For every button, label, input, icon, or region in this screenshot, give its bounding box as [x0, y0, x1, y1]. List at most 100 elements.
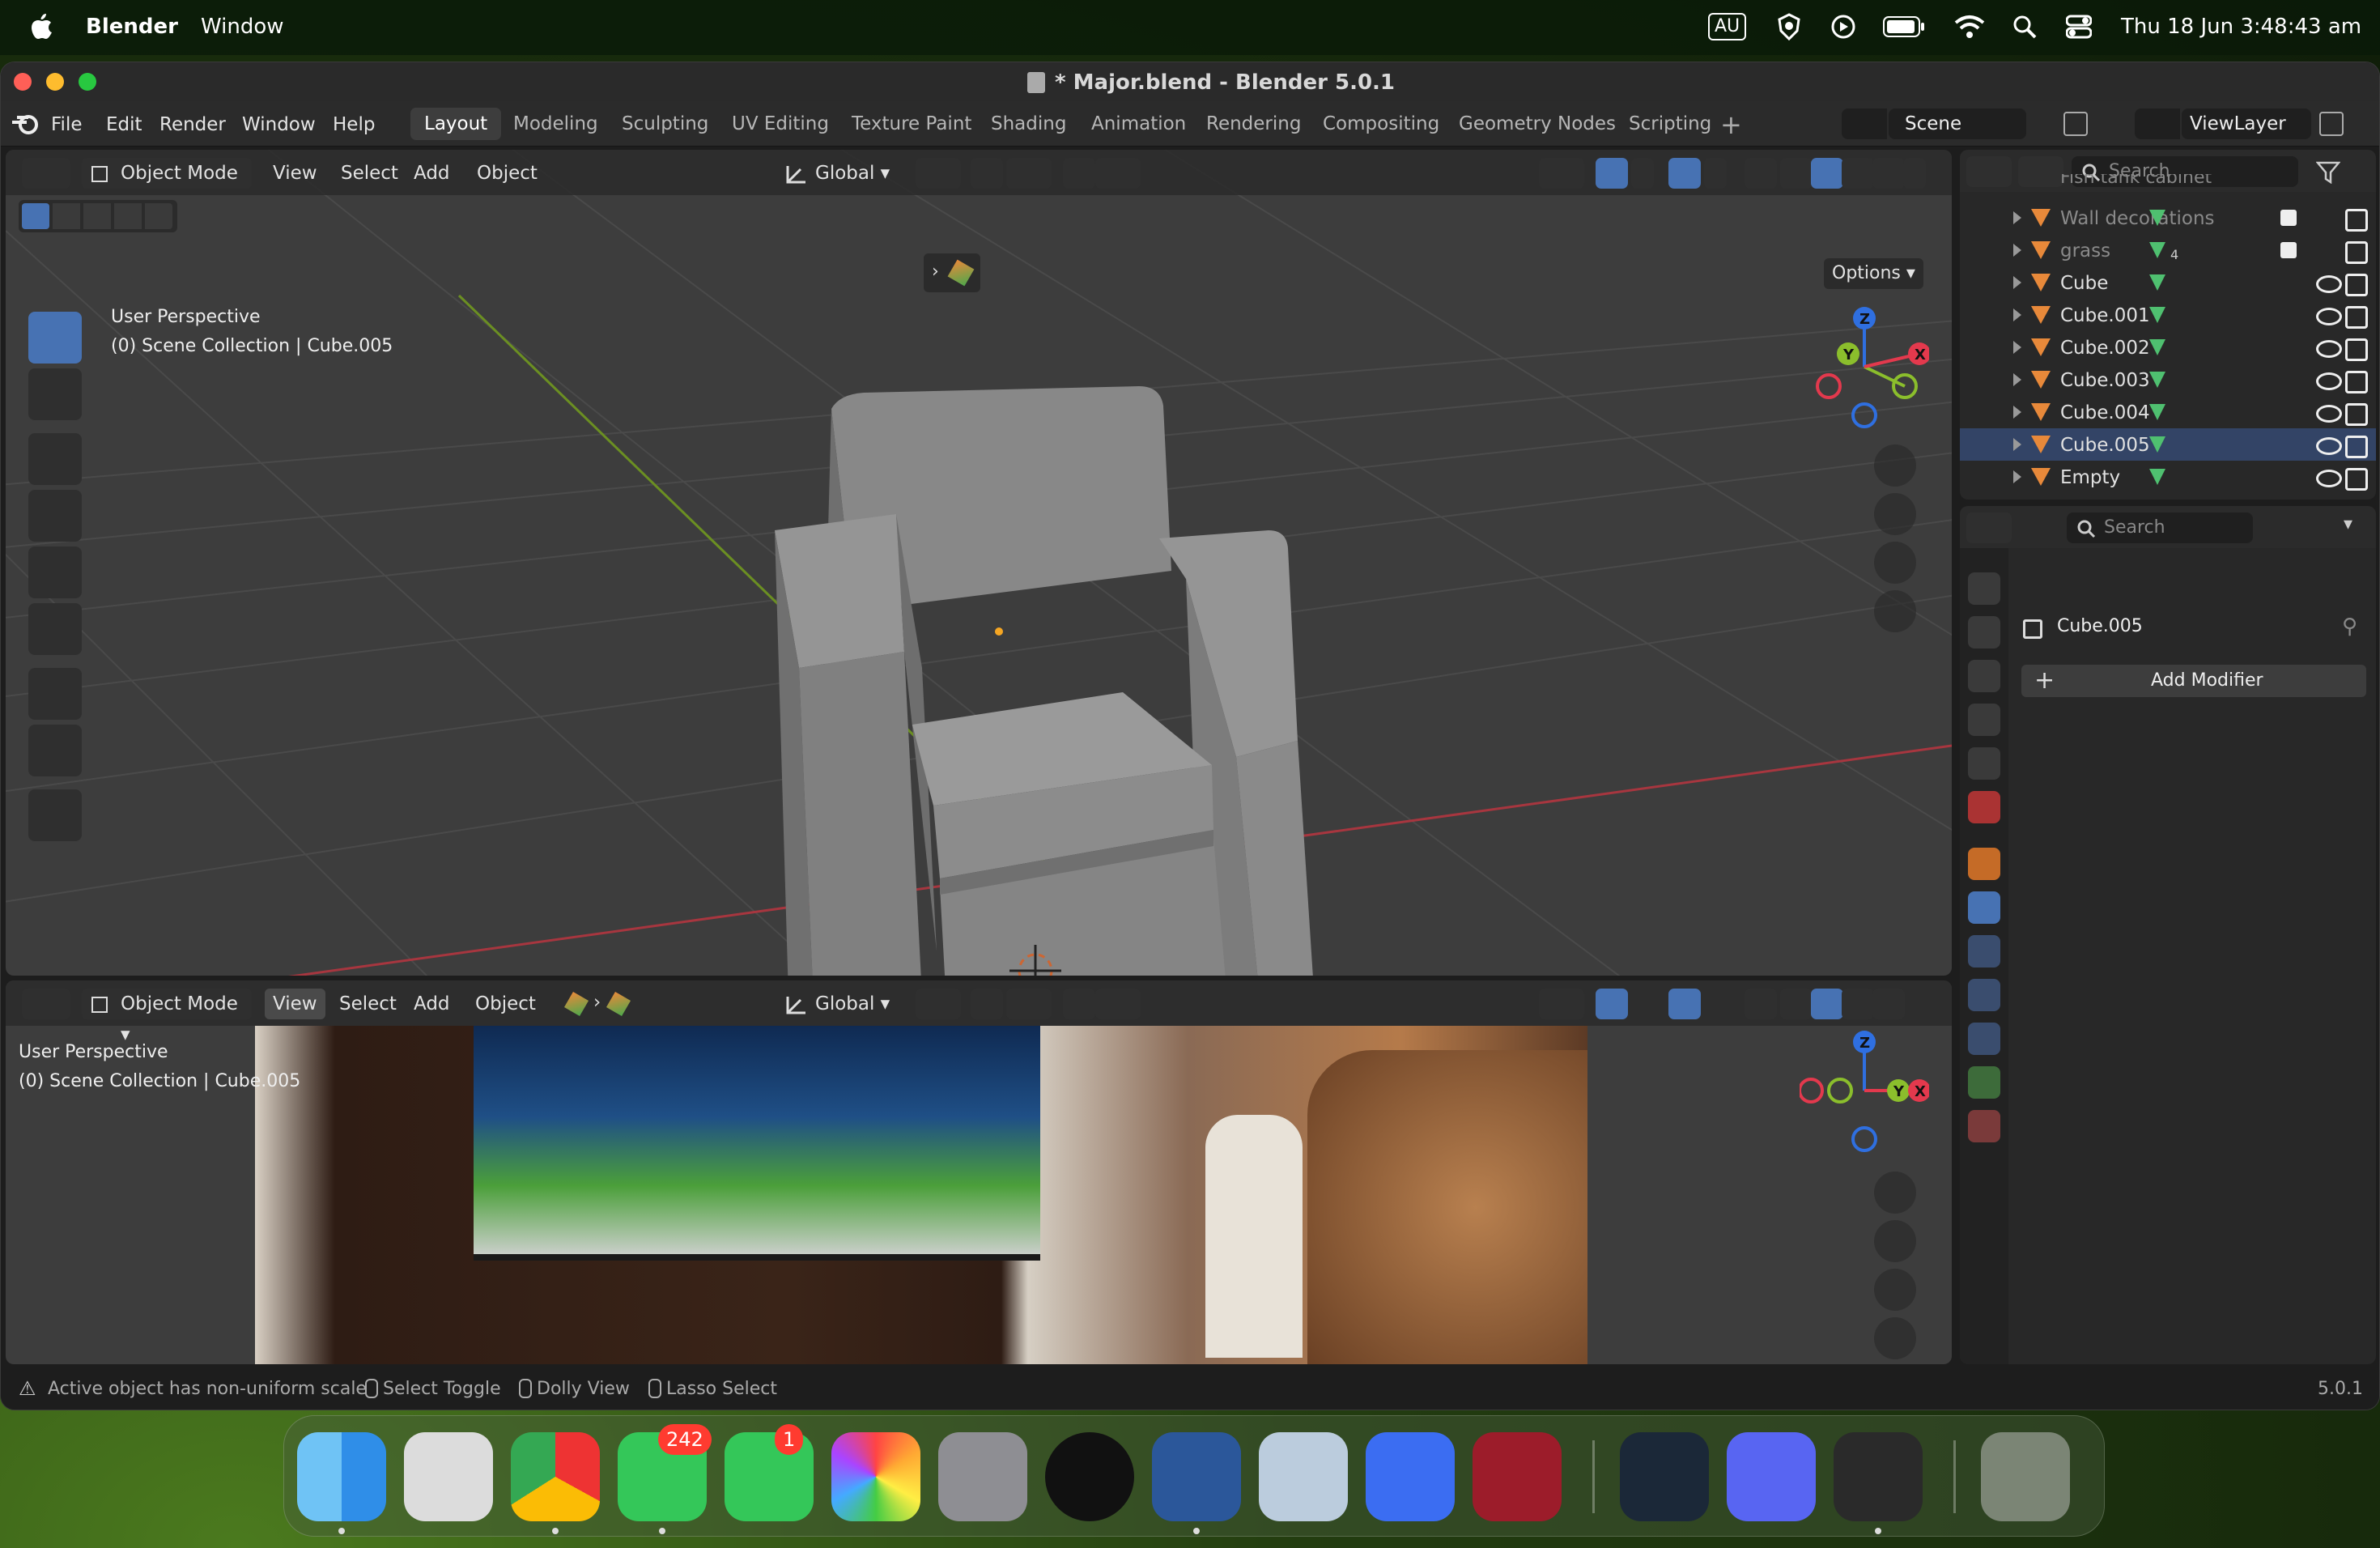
select-new-icon[interactable] [22, 203, 49, 229]
mesh-data-icon[interactable] [2149, 210, 2165, 226]
annotate-tool-icon[interactable] [28, 668, 82, 720]
eye-icon[interactable] [2316, 275, 2342, 293]
menubar-window-menu[interactable]: Window [201, 15, 284, 39]
particles-properties-tab-icon[interactable] [1968, 935, 2000, 968]
cursor-tool-icon[interactable] [28, 368, 82, 420]
expand-chevron-icon[interactable] [2013, 470, 2021, 483]
expand-chevron-icon[interactable] [2013, 244, 2021, 257]
eye-icon[interactable] [2316, 470, 2342, 487]
select-box-tool-icon[interactable] [28, 312, 82, 364]
collection-breadcrumb[interactable]: › [924, 253, 980, 292]
viewport-bottom-menu-add[interactable]: Add [406, 989, 458, 1019]
dock-discord-icon[interactable] [1727, 1432, 1816, 1521]
apple-icon[interactable] [29, 13, 53, 40]
rendered-shading-icon[interactable] [1872, 158, 1905, 189]
solid-shading-icon[interactable] [1811, 158, 1843, 189]
close-window-button[interactable] [14, 73, 32, 91]
add-cube-tool-icon[interactable] [28, 789, 82, 841]
minimize-window-button[interactable] [46, 73, 64, 91]
mesh-data-icon[interactable] [2149, 404, 2165, 420]
visibility-icon-bottom[interactable] [1539, 989, 1584, 1019]
armchair-mesh[interactable] [750, 376, 1382, 976]
pan-view-icon[interactable] [1874, 493, 1916, 535]
zoom-view-icon[interactable] [1874, 444, 1916, 487]
battery-icon[interactable] [1883, 16, 1925, 37]
3d-cursor-icon[interactable] [1009, 945, 1061, 976]
xray-toggle-icon[interactable] [1745, 158, 1777, 189]
viewport-bottom-menu-object[interactable]: Object [467, 989, 544, 1019]
snap-icon[interactable] [971, 158, 1003, 189]
dock-finder-icon[interactable] [297, 1432, 386, 1521]
dock-photos-icon[interactable] [831, 1432, 920, 1521]
constraints-properties-tab-icon[interactable] [1968, 1023, 2000, 1055]
tab-geometry-nodes[interactable]: Geometry Nodes [1445, 108, 1630, 140]
render-camera-icon[interactable] [2345, 306, 2368, 329]
outliner-row[interactable]: Cube.002 [1960, 331, 2376, 364]
camera-view-icon[interactable] [1874, 542, 1916, 584]
new-scene-icon[interactable] [2063, 112, 2088, 136]
reference-image[interactable] [255, 1026, 1587, 1364]
dock-steam-icon[interactable] [1620, 1432, 1709, 1521]
render-camera-icon[interactable] [2345, 241, 2368, 264]
tab-uv-editing[interactable]: UV Editing [718, 108, 843, 140]
expand-chevron-icon[interactable] [2013, 373, 2021, 386]
menu-file[interactable]: File [51, 114, 83, 135]
gizmo-toggle-icon[interactable] [1596, 158, 1628, 189]
add-modifier-button[interactable]: + Add Modifier [2021, 665, 2366, 697]
pin-icon[interactable]: ⚲ [2342, 615, 2357, 639]
outliner-row[interactable]: Cube.001 [1960, 299, 2376, 331]
select-invert-icon[interactable] [114, 203, 142, 229]
rotate-tool-icon[interactable] [28, 490, 82, 542]
mesh-data-icon[interactable] [2149, 307, 2165, 323]
modifier-properties-tab-icon[interactable] [1968, 891, 2000, 924]
select-intersect-icon[interactable] [145, 203, 172, 229]
tab-modeling[interactable]: Modeling [499, 108, 612, 140]
outliner-row[interactable]: grass 4 [1960, 234, 2376, 266]
dock-wesfarmers-icon[interactable] [1473, 1432, 1562, 1521]
properties-editor-type-icon[interactable] [1966, 512, 2012, 543]
tool-properties-tab-icon[interactable] [1968, 572, 2000, 605]
dock-trash-icon[interactable] [1981, 1432, 2070, 1521]
control-center-icon[interactable] [2066, 15, 2092, 39]
tab-rendering[interactable]: Rendering [1192, 108, 1315, 140]
tab-layout[interactable]: Layout [410, 108, 502, 140]
tab-animation[interactable]: Animation [1077, 108, 1200, 140]
material-preview-icon-bottom[interactable] [1842, 989, 1874, 1019]
dock-launchpad-icon[interactable] [404, 1432, 493, 1521]
navigation-gizmo-bottom[interactable]: Z Y X [1800, 1026, 1929, 1155]
scene-properties-tab-icon[interactable] [1968, 747, 2000, 780]
world-properties-tab-icon[interactable] [1968, 791, 2000, 823]
menu-edit[interactable]: Edit [106, 114, 142, 135]
mesh-data-icon[interactable] [2149, 339, 2165, 355]
shading-dropdown-icon[interactable] [1903, 158, 1926, 189]
dock-system-settings-icon[interactable] [938, 1432, 1027, 1521]
exclude-checkbox[interactable] [2280, 242, 2297, 258]
ortho-toggle-icon[interactable] [1874, 590, 1916, 632]
overlay-dropdown-icon[interactable] [1704, 158, 1727, 189]
dock-spotify-icon[interactable] [1045, 1432, 1134, 1521]
properties-options-chevron-icon[interactable]: ▾ [2344, 514, 2352, 534]
render-camera-icon[interactable] [2345, 468, 2368, 491]
viewport-3d-bottom[interactable]: Object Mode ▾ View Select Add Object › G… [6, 980, 1952, 1364]
expand-chevron-icon[interactable] [2013, 406, 2021, 419]
tab-texture-paint[interactable]: Texture Paint [838, 108, 985, 140]
expand-chevron-icon[interactable] [2013, 276, 2021, 289]
menubar-app-name[interactable]: Blender [86, 15, 178, 39]
editor-type-icon[interactable] [22, 158, 70, 189]
dock-roblox-icon[interactable] [1366, 1432, 1455, 1521]
now-playing-icon[interactable] [1831, 15, 1855, 39]
viewport-bottom-menu-select[interactable]: Select [331, 989, 405, 1019]
dock-word-icon[interactable] [1152, 1432, 1241, 1521]
material-properties-tab-icon[interactable] [1968, 1110, 2000, 1142]
menu-help[interactable]: Help [333, 114, 375, 135]
add-workspace-icon[interactable]: + [1720, 109, 1742, 140]
dock-blender-icon[interactable] [1834, 1432, 1923, 1521]
dock-preview-icon[interactable] [1259, 1432, 1348, 1521]
outliner-row[interactable]: Wall decorations [1960, 202, 2376, 234]
render-camera-icon[interactable] [2345, 209, 2368, 232]
input-source-indicator[interactable]: AU [1708, 13, 1747, 40]
ortho-toggle-icon-bottom[interactable] [1874, 1317, 1916, 1359]
viewport-menu-object[interactable]: Object [469, 158, 546, 189]
data-properties-tab-icon[interactable] [1968, 1066, 2000, 1099]
mesh-data-icon[interactable] [2149, 242, 2165, 258]
